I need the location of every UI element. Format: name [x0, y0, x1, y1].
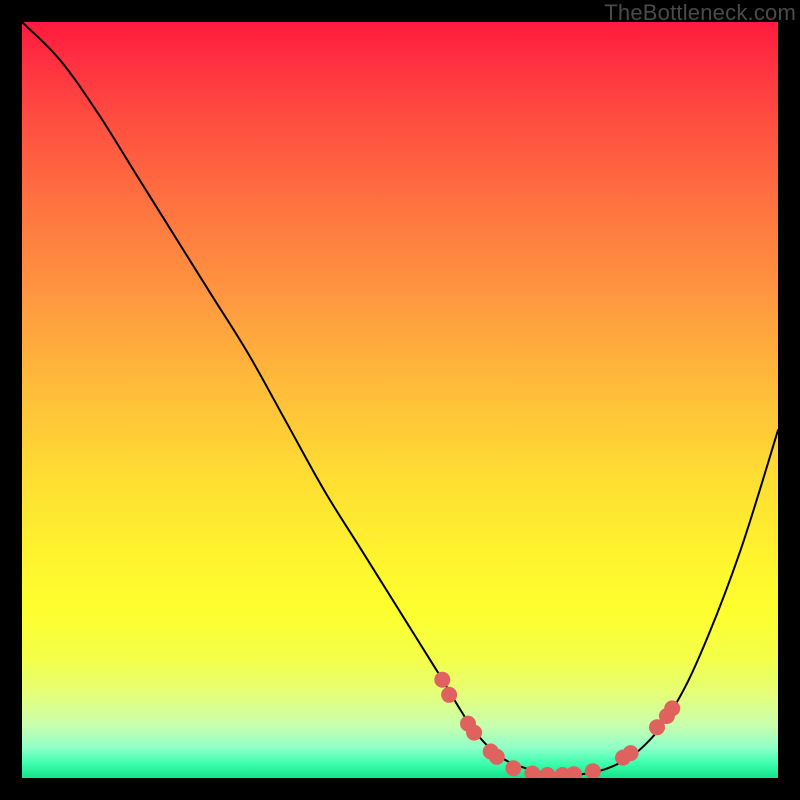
curve-marker [664, 700, 680, 716]
curve-marker [566, 766, 582, 778]
curve-marker [489, 749, 505, 765]
curve-svg [22, 22, 778, 778]
curve-markers-group [434, 672, 680, 778]
watermark-text: TheBottleneck.com [604, 0, 796, 26]
curve-marker [466, 725, 482, 741]
curve-marker [441, 687, 457, 703]
bottleneck-curve-path [22, 22, 778, 775]
curve-marker [505, 760, 521, 776]
curve-marker [434, 672, 450, 688]
curve-marker [539, 767, 555, 778]
curve-marker [524, 766, 540, 779]
curve-marker [623, 745, 639, 761]
chart-frame [22, 22, 778, 778]
curve-marker [585, 763, 601, 778]
